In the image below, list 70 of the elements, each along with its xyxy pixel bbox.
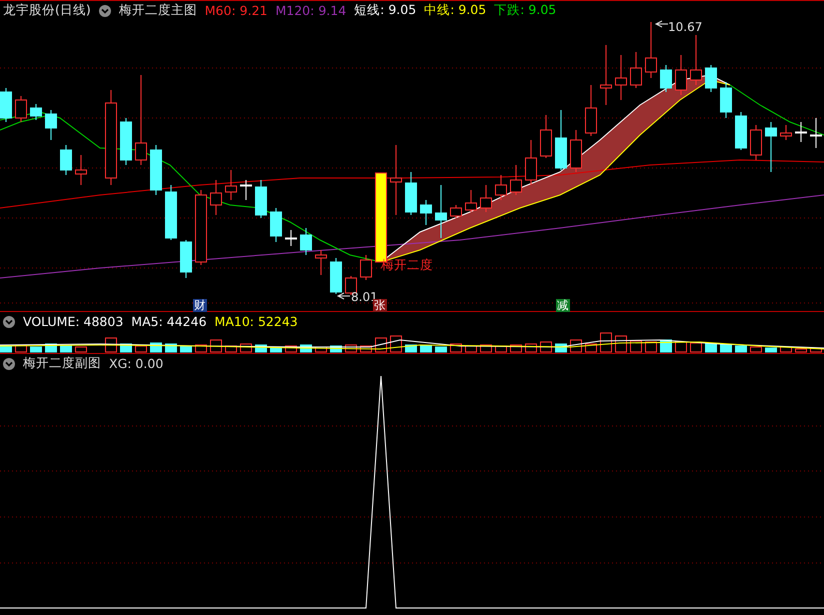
indicator-value: M120: 9.14 bbox=[275, 3, 346, 18]
arrow-icon bbox=[336, 292, 350, 300]
indicator-value: MA5: 44246 bbox=[131, 314, 207, 329]
candlestick bbox=[675, 54, 687, 96]
dropdown-icon[interactable] bbox=[3, 316, 15, 328]
indicator-value: MA10: 52243 bbox=[214, 314, 298, 329]
signal-marker: 财 bbox=[193, 299, 207, 312]
arrow-icon bbox=[654, 20, 668, 28]
candlestick bbox=[705, 64, 717, 92]
indicator-value: 中线: 9.05 bbox=[424, 2, 486, 19]
dropdown-icon[interactable] bbox=[3, 358, 15, 370]
candlestick bbox=[600, 44, 612, 106]
candlestick bbox=[315, 250, 327, 276]
candlestick bbox=[645, 22, 657, 78]
indicator-value: XG: 0.00 bbox=[109, 356, 164, 371]
candlestick bbox=[765, 122, 777, 172]
candlestick bbox=[690, 34, 702, 86]
candlestick bbox=[480, 184, 492, 212]
indicator-value: VOLUME: 48803 bbox=[23, 314, 124, 329]
candlestick bbox=[660, 64, 672, 92]
candlestick bbox=[150, 144, 162, 196]
candlestick bbox=[45, 110, 57, 140]
candlestick bbox=[270, 208, 282, 242]
candlestick bbox=[240, 180, 252, 200]
candlestick bbox=[630, 52, 642, 88]
stock-title: 龙宇股份(日线) bbox=[3, 2, 91, 19]
candlestick bbox=[540, 114, 552, 158]
candlestick bbox=[210, 180, 222, 216]
high-price-label: 10.67 bbox=[668, 20, 702, 34]
candlestick bbox=[510, 164, 522, 196]
signal-marker: 减 bbox=[556, 299, 570, 312]
candlestick bbox=[795, 122, 807, 142]
indicator-name: 梅开二度主图 bbox=[118, 2, 197, 19]
indicator-value: M60: 9.21 bbox=[204, 3, 268, 18]
candlestick bbox=[405, 172, 417, 216]
candlestick bbox=[555, 110, 567, 170]
candlestick bbox=[30, 104, 42, 120]
candlestick bbox=[0, 88, 12, 122]
candlestick bbox=[285, 230, 297, 246]
candlestick bbox=[60, 144, 72, 176]
candlestick bbox=[615, 54, 627, 100]
indicator-name: 梅开二度副图 bbox=[23, 355, 101, 372]
candlestick bbox=[750, 124, 762, 160]
dropdown-icon[interactable] bbox=[98, 4, 111, 16]
candlestick bbox=[300, 228, 312, 256]
candlestick bbox=[330, 258, 342, 294]
candlestick bbox=[720, 82, 732, 118]
candlestick bbox=[390, 144, 402, 216]
candlestick bbox=[525, 140, 537, 186]
candlestick bbox=[495, 174, 507, 200]
candlestick bbox=[735, 112, 747, 150]
signal-label: 梅开二度 bbox=[381, 257, 433, 274]
candlestick bbox=[15, 96, 27, 122]
candlestick bbox=[75, 154, 87, 186]
candlestick bbox=[570, 130, 582, 172]
candlestick bbox=[180, 240, 192, 278]
candlestick bbox=[420, 200, 432, 226]
candlestick bbox=[225, 170, 237, 200]
indicator-value: 短线: 9.05 bbox=[354, 2, 416, 19]
candlestick bbox=[780, 124, 792, 140]
candlestick bbox=[360, 254, 372, 280]
candlestick bbox=[120, 118, 132, 166]
indicator-value: 下跌: 9.05 bbox=[494, 2, 556, 19]
candlestick bbox=[435, 184, 447, 238]
signal-marker: 张 bbox=[373, 299, 387, 312]
candlestick bbox=[465, 190, 477, 212]
candlestick bbox=[165, 184, 177, 240]
candlestick bbox=[585, 84, 597, 136]
candlestick bbox=[450, 204, 462, 218]
candlestick bbox=[255, 180, 267, 218]
